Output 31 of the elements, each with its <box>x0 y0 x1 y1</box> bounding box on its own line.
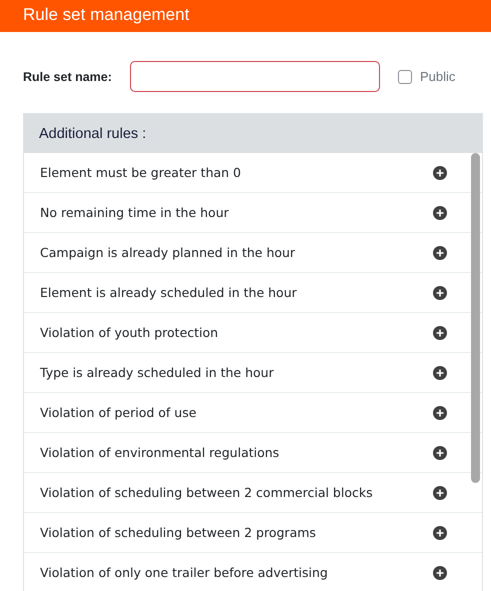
checkbox-label: Public <box>420 69 456 84</box>
add-icon[interactable] <box>433 206 447 220</box>
rule-label: Violation of period of use <box>40 405 196 420</box>
rule-label: No remaining time in the hour <box>40 205 229 220</box>
public-checkbox[interactable] <box>398 70 412 84</box>
rule-label: Type is already scheduled in the hour <box>40 365 274 380</box>
rule-list-item[interactable]: Violation of only one trailer before advertising <box>24 553 482 591</box>
add-icon[interactable] <box>433 166 447 180</box>
field-label: Rule set name: <box>23 70 113 84</box>
window-title: Rule set management <box>0 0 491 32</box>
rule-label: Violation of environmental regulations <box>40 445 280 460</box>
add-icon[interactable] <box>433 446 447 460</box>
rule-label: Violation of scheduling between 2 commercial blocks <box>40 485 373 500</box>
rule-label: Element must be greater than 0 <box>40 165 241 180</box>
add-icon[interactable] <box>433 366 447 380</box>
add-icon[interactable] <box>433 246 447 260</box>
add-icon[interactable] <box>433 526 447 540</box>
rule-label: Violation of scheduling between 2 programs <box>40 525 316 540</box>
scrollbar[interactable] <box>471 153 480 483</box>
rule-label: Element is already scheduled in the hour <box>40 285 297 300</box>
rule-set-name-field[interactable] <box>130 61 380 92</box>
add-icon[interactable] <box>433 566 447 580</box>
rule-label: Campaign is already planned in the hour <box>40 245 296 260</box>
panel-header: Additional rules : <box>24 114 482 153</box>
rule-label: Violation of only one trailer before advertising <box>40 565 328 580</box>
add-icon[interactable] <box>433 326 447 340</box>
add-icon[interactable] <box>433 286 447 300</box>
rule-label: Violation of youth protection <box>40 325 218 340</box>
rule-list-item[interactable]: Violation of scheduling between 2 programs <box>24 513 482 553</box>
add-icon[interactable] <box>433 486 447 500</box>
add-icon[interactable] <box>433 406 447 420</box>
